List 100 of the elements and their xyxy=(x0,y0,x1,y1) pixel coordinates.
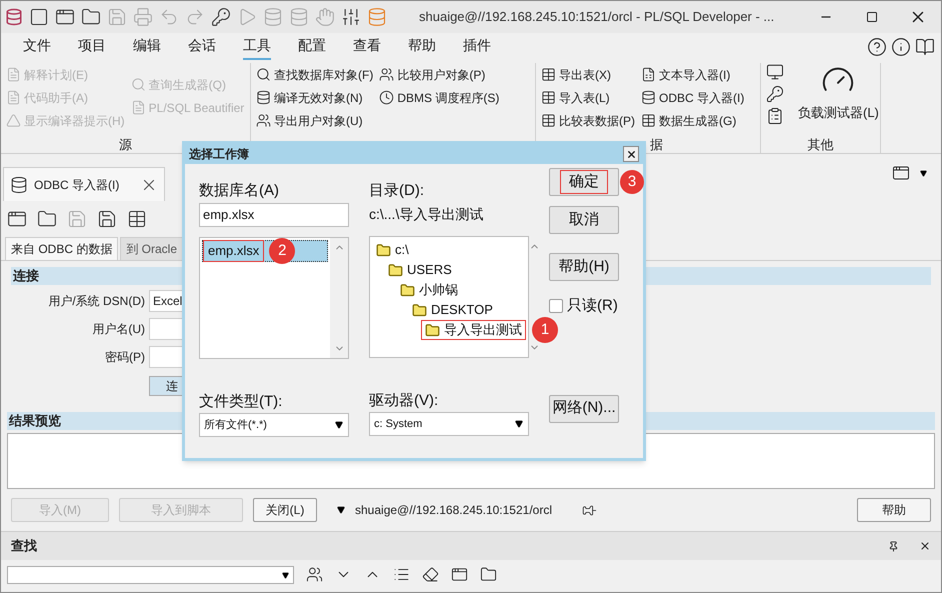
dropdown-arrow-icon[interactable] xyxy=(337,506,345,514)
dialog-button[interactable]: 确定 xyxy=(549,168,619,196)
dialog-title: 选择工作簿 xyxy=(189,146,249,163)
dropdown-arrow-icon xyxy=(515,420,523,428)
ribbon-item[interactable]: 导入表(L) xyxy=(541,86,635,109)
folder-item[interactable]: DESKTOP xyxy=(409,300,496,320)
menu-item[interactable]: 项目 xyxy=(78,34,106,60)
window-title: shuaige@//192.168.245.10:1521/orcl - PL/SQL Developer - ... xyxy=(419,8,774,26)
group-label: 源 xyxy=(119,136,132,153)
menu-item[interactable]: 帮助 xyxy=(408,34,436,60)
maximize-icon xyxy=(866,11,878,23)
folder-icon xyxy=(412,302,427,318)
help-icon[interactable] xyxy=(867,37,887,57)
toolbar-icon[interactable] xyxy=(81,7,101,27)
toolbar-icon[interactable] xyxy=(127,208,147,228)
field-label: 用户名(U) xyxy=(91,321,145,338)
file-list[interactable]: emp.xlsx 2 xyxy=(199,237,349,359)
menu-item[interactable]: 编辑 xyxy=(133,34,161,60)
ribbon-item[interactable]: 比较用户对象(P) xyxy=(379,63,500,86)
checkbox-label: 只读(R) xyxy=(567,296,618,316)
tool-icon xyxy=(6,113,21,128)
ribbon-item[interactable]: 比较表数据(P) xyxy=(541,109,635,132)
folder-item[interactable]: 导入导出测试 xyxy=(421,320,526,340)
drive-select[interactable]: c: System xyxy=(369,412,529,436)
close-button[interactable] xyxy=(623,146,639,162)
close-icon xyxy=(626,148,636,160)
load-tester-button[interactable]: 负载测试器(L) xyxy=(798,63,879,122)
toolbar-icon[interactable] xyxy=(37,208,57,228)
sub-tab[interactable]: 到 Oracle xyxy=(120,237,184,260)
dropdown-arrow-icon xyxy=(282,572,289,578)
folder-item[interactable]: c:\ xyxy=(373,240,412,260)
menu-item[interactable]: 配置 xyxy=(298,34,326,60)
dropdown-arrow-icon[interactable] xyxy=(920,170,927,176)
field-label: 目录(D): xyxy=(369,181,425,201)
help-button[interactable]: 帮助 xyxy=(857,498,931,522)
readonly-checkbox[interactable] xyxy=(549,299,563,314)
ribbon-item[interactable]: 导出用户对象(U) xyxy=(256,109,374,132)
ribbon-item[interactable]: ODBC 导入器(I) xyxy=(641,86,744,109)
manual-icon[interactable] xyxy=(915,37,935,57)
tool-icon xyxy=(130,100,146,115)
ribbon-item[interactable]: 查找数据库对象(F) xyxy=(256,63,374,86)
ribbon-item[interactable]: 文本导入器(I) xyxy=(641,63,744,86)
tool-icon xyxy=(541,67,556,82)
action-button[interactable]: 关闭(L) xyxy=(253,498,317,522)
tool-icon xyxy=(256,113,271,128)
menu-item[interactable]: 查看 xyxy=(353,34,381,60)
toolbar-icon[interactable] xyxy=(211,7,231,27)
network-button[interactable]: 网络(N)... xyxy=(549,394,619,422)
find-tool-icon[interactable] xyxy=(451,566,468,583)
tool-icon xyxy=(256,90,271,105)
window-list-icon[interactable] xyxy=(892,164,910,182)
group-label: 据 xyxy=(650,136,663,153)
tool-icon xyxy=(641,90,656,105)
sub-tab[interactable]: 来自 ODBC 的数据 xyxy=(5,237,118,260)
folder-icon xyxy=(425,322,440,338)
tool-icon xyxy=(6,90,21,105)
monitor-icon[interactable] xyxy=(766,63,784,81)
field-label: 用户/系统 DSN(D) xyxy=(47,293,145,310)
tool-icon xyxy=(379,90,394,105)
app-icon xyxy=(5,8,23,26)
callout-badge: 1 xyxy=(532,317,558,343)
pin-icon[interactable] xyxy=(582,502,597,518)
toolbar-icon[interactable] xyxy=(97,208,117,228)
scrollbar[interactable] xyxy=(330,238,348,358)
find-tool-icon[interactable] xyxy=(306,566,323,583)
file-type-select[interactable]: 所有文件(*.*) xyxy=(199,413,349,437)
close-icon[interactable] xyxy=(919,540,931,552)
group-label: 其他 xyxy=(808,136,834,153)
menu-item[interactable]: 工具 xyxy=(243,34,271,60)
ribbon-item[interactable]: 编译无效对象(N) xyxy=(256,86,374,109)
field-label: 密码(P) xyxy=(104,349,145,366)
ribbon-item[interactable]: DBMS 调度程序(S) xyxy=(379,86,500,109)
dialog-button[interactable]: 取消 xyxy=(549,206,619,234)
tool-icon xyxy=(379,67,394,82)
pin-icon[interactable] xyxy=(888,540,899,552)
file-item[interactable]: emp.xlsx 2 xyxy=(202,240,328,262)
toolbar-icon[interactable] xyxy=(341,7,361,27)
tool-icon xyxy=(6,67,21,82)
ribbon-item[interactable]: 数据生成器(G) xyxy=(641,109,744,132)
filename-field[interactable]: emp.xlsx xyxy=(199,203,349,227)
ribbon-item[interactable]: 导出表(X) xyxy=(541,63,635,86)
menu-item[interactable]: 文件 xyxy=(23,34,51,60)
document-tab[interactable]: ODBC 导入器(I) xyxy=(3,167,165,201)
toolbar-icon[interactable] xyxy=(29,7,49,27)
find-tool-icon[interactable] xyxy=(480,566,497,583)
odbc-icon xyxy=(10,176,28,194)
dialog-button[interactable]: 帮助(H) xyxy=(549,253,619,281)
field-label: 数据库名(A) xyxy=(199,181,280,201)
clipboard-icon[interactable] xyxy=(766,107,784,125)
callout-badge: 3 xyxy=(620,170,644,194)
menu-item[interactable]: 会话 xyxy=(188,34,216,60)
key-icon[interactable] xyxy=(766,85,784,103)
toolbar-icon[interactable] xyxy=(55,7,75,27)
callout-badge: 2 xyxy=(269,238,296,264)
find-tool-icon[interactable] xyxy=(422,566,439,583)
menu-item[interactable]: 插件 xyxy=(463,34,491,60)
tool-icon xyxy=(641,113,656,128)
info-icon[interactable] xyxy=(891,37,911,57)
panel-title: 查找 xyxy=(11,537,37,556)
folder-icon xyxy=(388,262,403,278)
